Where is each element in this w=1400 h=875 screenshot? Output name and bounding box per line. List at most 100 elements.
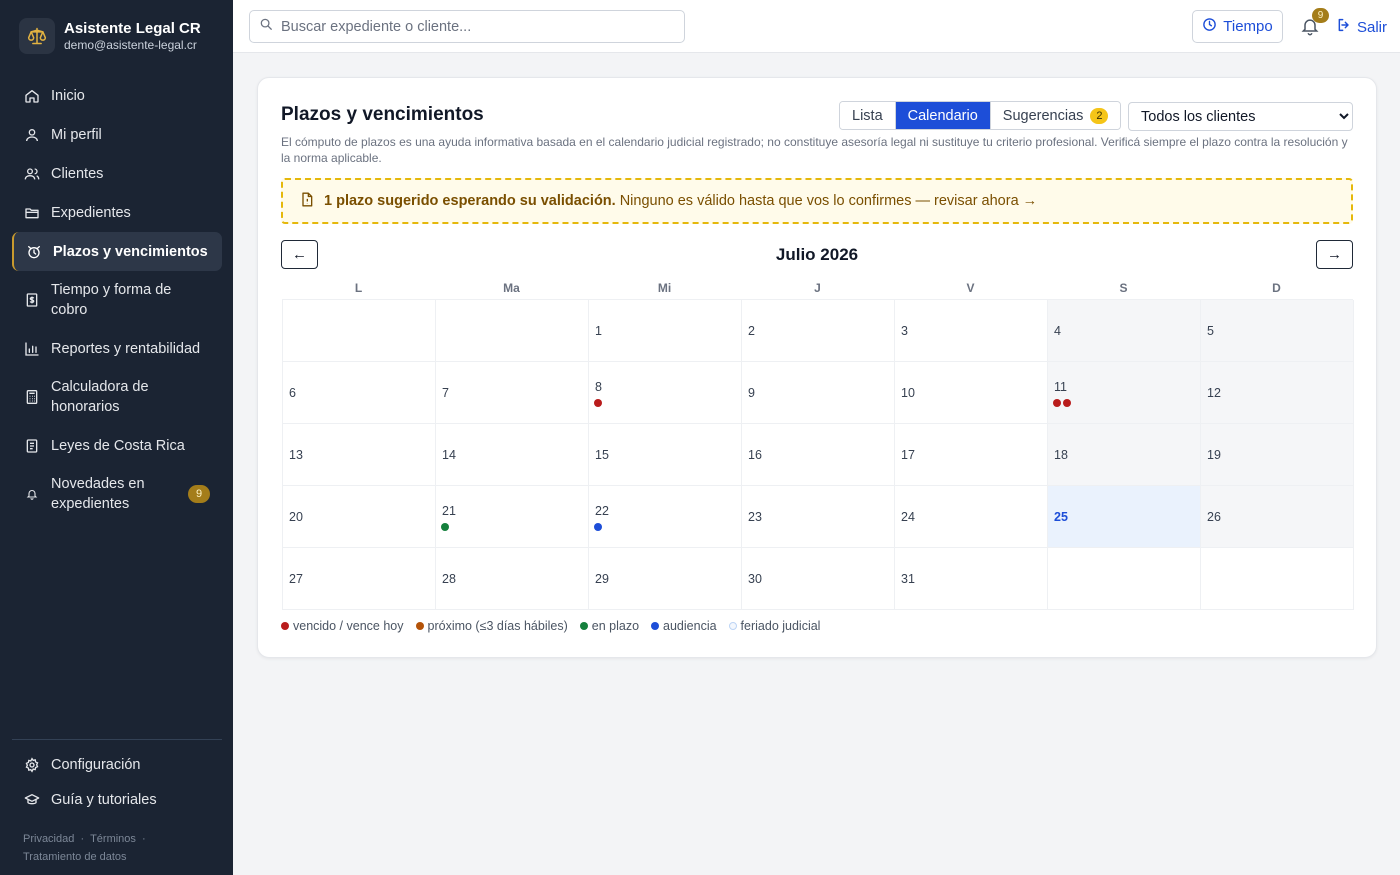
sidebar-item-guia[interactable]: Guía y tutoriales	[12, 782, 222, 817]
sidebar-item-plazos[interactable]: Plazos y vencimientos	[12, 232, 222, 271]
tab-lista[interactable]: Lista	[840, 102, 896, 129]
legend-label: feriado judicial	[740, 619, 821, 633]
calendar-day-cell[interactable]: 7	[436, 362, 589, 424]
calendar-day-cell[interactable]: 6	[283, 362, 436, 424]
terms-link[interactable]: Términos	[90, 833, 136, 845]
legend-item-proximo: próximo (≤3 días hábiles)	[415, 619, 568, 633]
file-warning-icon	[299, 191, 324, 212]
calendar-day-cell[interactable]: 1	[589, 300, 742, 362]
calendar-day-cell[interactable]: 11	[1048, 362, 1201, 424]
folder-icon	[24, 205, 40, 221]
day-number: 10	[901, 386, 915, 400]
calendar-day-cell[interactable]: 12	[1201, 362, 1354, 424]
event-dot-vencido[interactable]	[594, 399, 602, 407]
sidebar-item-label: Calculadora de honorarios	[51, 379, 149, 415]
calendar-day-cell[interactable]: 21	[436, 486, 589, 548]
day-number: 12	[1207, 386, 1221, 400]
event-dots	[594, 523, 604, 531]
next-month-button[interactable]: →	[1316, 240, 1353, 269]
calendar-day-cell[interactable]: 25	[1048, 486, 1201, 548]
weekday-label: L	[354, 281, 363, 295]
calendar-day-cell[interactable]: 15	[589, 424, 742, 486]
privacy-link[interactable]: Privacidad	[23, 833, 74, 845]
calendar-day-cell[interactable]: 31	[895, 548, 1048, 610]
sidebar-item-expedientes[interactable]: Expedientes	[12, 193, 222, 232]
calendar-day-cell[interactable]: 30	[742, 548, 895, 610]
calendar-day-cell[interactable]: 8	[589, 362, 742, 424]
calendar-day-cell[interactable]: 22	[589, 486, 742, 548]
day-number: 6	[289, 386, 296, 400]
sidebar-item-calculadora[interactable]: Calculadora de honorarios	[12, 368, 222, 426]
calendar-day-cell[interactable]: 4	[1048, 300, 1201, 362]
calendar-day-cell[interactable]: 19	[1201, 424, 1354, 486]
clock-icon	[1202, 17, 1223, 36]
day-number: 8	[595, 380, 602, 394]
day-number: 27	[289, 572, 303, 586]
sidebar-item-label: Inicio	[51, 87, 85, 104]
calendar-day-cell[interactable]: 9	[742, 362, 895, 424]
weekday-label: D	[1272, 281, 1281, 295]
sidebar-item-reportes[interactable]: Reportes y rentabilidad	[12, 329, 222, 368]
tab-calendario[interactable]: Calendario	[895, 102, 991, 129]
event-dot-vencido[interactable]	[1063, 399, 1071, 407]
event-dot-en_plazo[interactable]	[441, 523, 449, 531]
sidebar-item-novedades[interactable]: Novedades en expedientes 9	[12, 465, 222, 523]
event-dot-audiencia[interactable]	[594, 523, 602, 531]
time-button[interactable]: Tiempo	[1192, 10, 1283, 43]
sidebar-item-label: Leyes de Costa Rica	[51, 437, 185, 454]
sidebar-item-inicio[interactable]: Inicio	[12, 76, 222, 115]
calendar-day-cell[interactable]: 26	[1201, 486, 1354, 548]
user-icon	[24, 127, 40, 143]
legend-dot	[651, 622, 660, 630]
alarm-clock-icon	[26, 244, 42, 260]
search-box[interactable]	[249, 10, 685, 43]
calendar-day-cell[interactable]: 29	[589, 548, 742, 610]
pending-suggestion-alert[interactable]: 1 plazo sugerido esperando su validación…	[281, 178, 1353, 224]
legend-item-audiencia: audiencia	[651, 619, 717, 633]
notifications-badge: 9	[188, 485, 210, 503]
data-treatment-link[interactable]: Tratamiento de datos	[23, 851, 127, 863]
legend-label: vencido / vence hoy	[293, 619, 404, 633]
calendar-day-cell[interactable]: 10	[895, 362, 1048, 424]
calendar-day-cell[interactable]: 17	[895, 424, 1048, 486]
sidebar-item-mi-perfil[interactable]: Mi perfil	[12, 115, 222, 154]
calendar-day-cell[interactable]: 24	[895, 486, 1048, 548]
event-dot-vencido[interactable]	[1053, 399, 1061, 407]
calendar-day-cell[interactable]: 28	[436, 548, 589, 610]
disclaimer-text: El cómputo de plazos es una ayuda inform…	[281, 135, 1348, 165]
view-tabs: Lista Calendario Sugerencias 2	[839, 101, 1122, 130]
sidebar-item-clientes[interactable]: Clientes	[12, 154, 222, 193]
calendar-day-cell[interactable]: 27	[283, 548, 436, 610]
calendar-day-cell[interactable]: 13	[283, 424, 436, 486]
client-filter-select[interactable]: Todos los clientes	[1128, 102, 1353, 131]
calendar-empty-cell	[283, 300, 436, 362]
logout-button[interactable]: Salir	[1336, 16, 1387, 38]
calendar-day-cell[interactable]: 2	[742, 300, 895, 362]
legal-links: Privacidad · Términos · Tratamiento de d…	[23, 830, 213, 866]
sidebar-item-leyes[interactable]: Leyes de Costa Rica	[12, 426, 222, 465]
sidebar-item-label: Reportes y rentabilidad	[51, 340, 201, 357]
tab-label: Sugerencias	[1002, 107, 1084, 124]
sidebar-item-configuracion[interactable]: Configuración	[12, 747, 222, 782]
calendar-day-cell[interactable]: 20	[283, 486, 436, 548]
brand[interactable]: Asistente Legal CR demo@asistente-legal.…	[19, 18, 201, 54]
day-number: 7	[442, 386, 449, 400]
calendar-day-cell[interactable]: 14	[436, 424, 589, 486]
calendar-day-cell[interactable]: 18	[1048, 424, 1201, 486]
day-number: 23	[748, 510, 762, 524]
tab-sugerencias[interactable]: Sugerencias 2	[990, 102, 1121, 129]
gear-icon	[24, 756, 40, 773]
calendar-day-cell[interactable]: 23	[742, 486, 895, 548]
sidebar: Asistente Legal CR demo@asistente-legal.…	[0, 0, 233, 875]
search-input[interactable]	[281, 18, 671, 35]
sidebar-item-label: Clientes	[51, 165, 104, 182]
calendar-day-cell[interactable]: 5	[1201, 300, 1354, 362]
day-number: 29	[595, 572, 609, 586]
sidebar-item-tiempo-cobro[interactable]: Tiempo y forma de cobro	[12, 271, 222, 329]
legend-dot	[281, 622, 289, 630]
day-number: 14	[442, 448, 456, 462]
day-number: 1	[595, 324, 602, 338]
legend-dot	[579, 622, 588, 630]
calendar-day-cell[interactable]: 16	[742, 424, 895, 486]
calendar-day-cell[interactable]: 3	[895, 300, 1048, 362]
